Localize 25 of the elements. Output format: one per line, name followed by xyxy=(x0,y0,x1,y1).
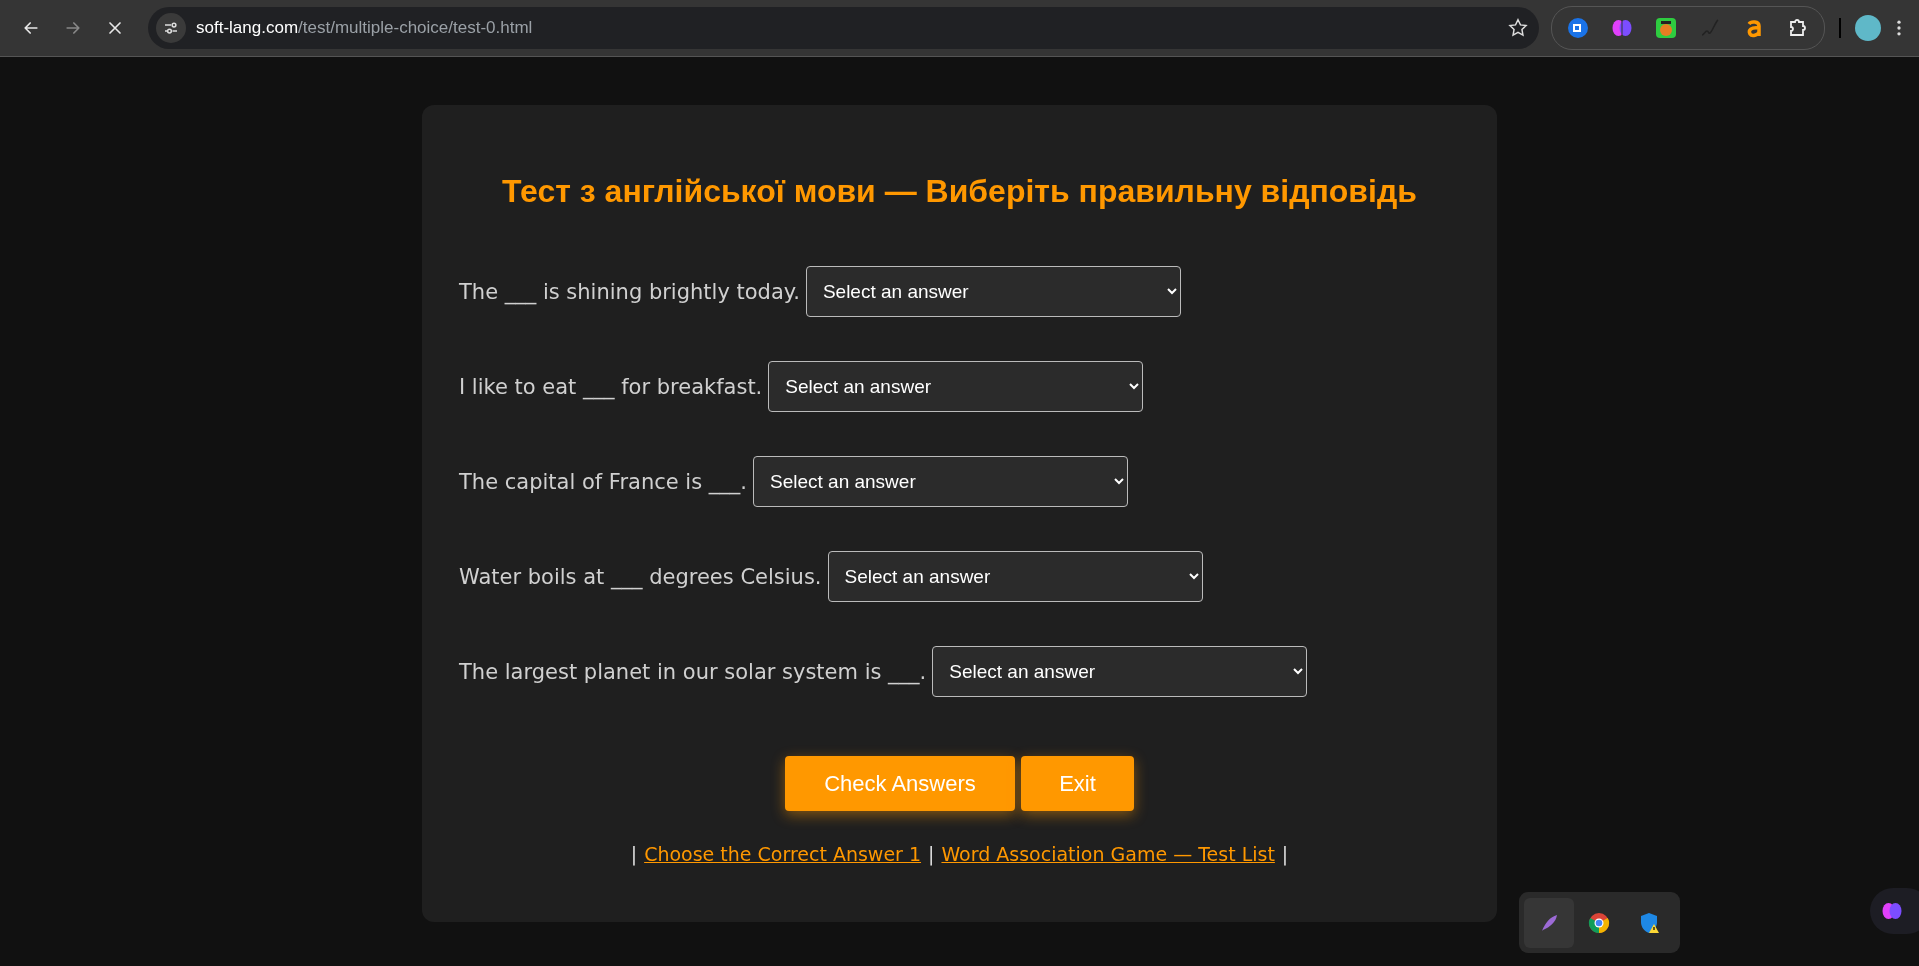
page-title: Тест з англійської мови — Виберіть правильну відповідь xyxy=(501,173,1418,210)
question-text: The capital of France is ___. xyxy=(459,469,747,494)
answer-dropdown[interactable]: Select an answer xyxy=(768,361,1144,412)
separator: | xyxy=(630,843,638,865)
browser-logo-icon xyxy=(1587,910,1611,935)
question-text: The ___ is shining brightly today. xyxy=(459,279,800,304)
square-extension-icon[interactable] xyxy=(1566,16,1590,40)
answer-dropdown[interactable]: Select an answer xyxy=(932,646,1308,697)
answer-dropdown[interactable]: Select an answer xyxy=(753,456,1128,507)
separator: | xyxy=(928,843,935,865)
bookmark-star-icon[interactable] xyxy=(1507,17,1529,39)
answer-dropdown[interactable]: Select an answer xyxy=(827,551,1203,602)
url-text: soft-lang.com/test/multiple-choice/test-0.html xyxy=(196,18,534,38)
site-settings-icon[interactable] xyxy=(162,19,180,37)
footer-link[interactable]: Word Association Game — Test List xyxy=(941,843,1275,865)
profile-avatar[interactable] xyxy=(1855,15,1881,41)
assistant-button[interactable] xyxy=(1870,888,1919,934)
separator: | xyxy=(1281,843,1289,865)
address-bar[interactable]: soft-lang.com/test/multiple-choice/test-0.html xyxy=(148,7,1539,49)
answer-dropdown[interactable]: Select an answer xyxy=(805,266,1181,317)
question-text: Water boils at ___ degrees Celsius. xyxy=(459,564,822,589)
footer-link[interactable]: Choose the Correct Answer 1 xyxy=(644,843,922,865)
question-text: I like to eat ___ for breakfast. xyxy=(459,374,763,399)
tray-item[interactable] xyxy=(1524,897,1574,948)
question-text: The largest planet in our solar system is ___. xyxy=(459,659,927,684)
